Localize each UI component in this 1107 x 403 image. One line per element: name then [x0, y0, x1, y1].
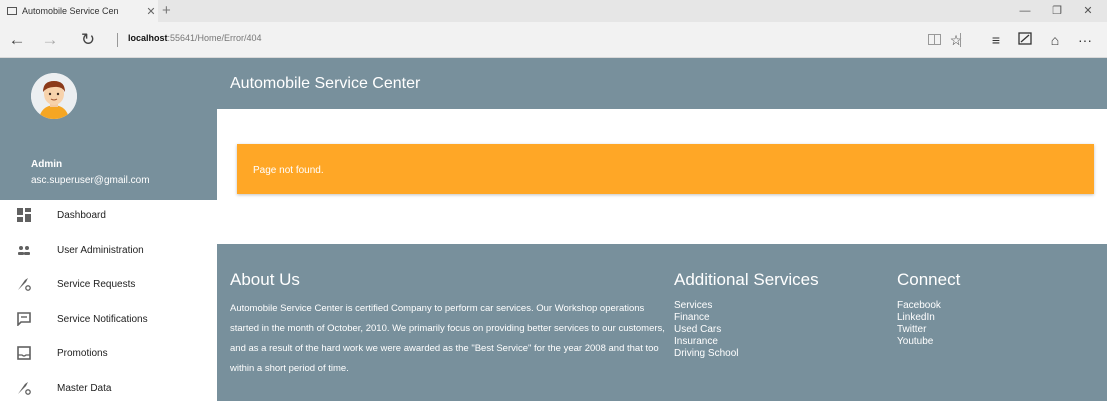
footer-link-used-cars[interactable]: Used Cars	[674, 324, 738, 336]
sidebar-item-label: Master Data	[57, 382, 112, 394]
sidebar-item-label: Service Notifications	[57, 313, 148, 325]
footer-link-youtube[interactable]: Youtube	[897, 336, 941, 348]
forward-icon[interactable]: →	[36, 22, 64, 58]
more-icon[interactable]: ···	[1073, 22, 1097, 58]
wrench-icon	[18, 278, 31, 291]
footer-link-linkedin[interactable]: LinkedIn	[897, 312, 941, 324]
tab-title: Automobile Service Cen	[22, 6, 119, 16]
avatar[interactable]	[31, 73, 77, 119]
inbox-icon	[17, 346, 31, 360]
share-icon[interactable]: ⌂	[1043, 22, 1067, 58]
footer: About Us Automobile Service Center is ce…	[217, 244, 1107, 401]
address-host: localhost	[128, 33, 168, 43]
address-divider	[117, 33, 118, 47]
close-window-icon[interactable]: ✕	[1074, 0, 1102, 22]
web-note-icon[interactable]	[1013, 22, 1037, 58]
favorite-star-icon[interactable]: ☆	[944, 22, 968, 58]
connect-list: Facebook LinkedIn Twitter Youtube	[897, 300, 941, 348]
user-email: asc.superuser@gmail.com	[31, 175, 150, 186]
browser-tab-bar: Automobile Service Cen ✕ + — ❐ ✕	[0, 0, 1107, 22]
sidebar-item-label: Promotions	[57, 347, 108, 359]
tab-page-icon	[7, 7, 17, 15]
sidebar-item-dashboard[interactable]: Dashboard	[0, 200, 217, 230]
footer-link-finance[interactable]: Finance	[674, 312, 738, 324]
wrench-icon	[18, 382, 31, 395]
sidebar-item-user-administration[interactable]: User Administration	[0, 235, 217, 265]
sidebar-item-service-requests[interactable]: Service Requests	[0, 269, 217, 299]
footer-link-twitter[interactable]: Twitter	[897, 324, 941, 336]
app-header: Automobile Service Center	[217, 58, 1107, 109]
refresh-icon[interactable]: ↻	[74, 22, 102, 58]
footer-link-driving-school[interactable]: Driving School	[674, 348, 738, 360]
services-title: Additional Services	[674, 270, 819, 289]
sidebar-item-label: Service Requests	[57, 278, 136, 290]
address-bar[interactable]: localhost:55641/Home/Error/404	[128, 33, 262, 43]
maximize-icon[interactable]: ❐	[1043, 0, 1071, 22]
sidebar-item-promotions[interactable]: Promotions	[0, 338, 217, 368]
sidebar-item-master-data[interactable]: Master Data	[0, 373, 217, 403]
dashboard-icon	[17, 208, 31, 222]
sidebar-item-label: User Administration	[57, 244, 144, 256]
profile-panel: Admin asc.superuser@gmail.com	[0, 58, 217, 200]
footer-link-facebook[interactable]: Facebook	[897, 300, 941, 312]
sidebar: Admin asc.superuser@gmail.com Dashboard …	[0, 58, 217, 401]
minimize-icon[interactable]: —	[1011, 0, 1039, 22]
sidebar-item-label: Dashboard	[57, 209, 106, 221]
footer-link-insurance[interactable]: Insurance	[674, 336, 738, 348]
services-list: Services Finance Used Cars Insurance Dri…	[674, 300, 738, 360]
footer-link-services[interactable]: Services	[674, 300, 738, 312]
message-icon	[17, 312, 31, 326]
reading-view-icon[interactable]	[922, 22, 946, 58]
error-alert: Page not found.	[237, 144, 1094, 194]
sidebar-item-service-notifications[interactable]: Service Notifications	[0, 304, 217, 334]
page-title[interactable]: Automobile Service Center	[230, 75, 420, 93]
browser-nav-bar: ← → ↻ localhost:55641/Home/Error/404 ☆ ≡…	[0, 22, 1107, 58]
tab-close-icon[interactable]: ✕	[144, 5, 158, 18]
address-path: :55641/Home/Error/404	[167, 33, 262, 43]
about-text: Automobile Service Center is certified C…	[230, 303, 665, 374]
new-tab-icon[interactable]: +	[162, 1, 171, 21]
about-title: About Us	[230, 270, 300, 289]
user-name: Admin	[31, 159, 63, 170]
connect-title: Connect	[897, 270, 961, 289]
toolbar-divider	[960, 33, 961, 47]
users-icon	[18, 246, 30, 255]
alert-message: Page not found.	[253, 165, 324, 176]
hub-icon[interactable]: ≡	[984, 22, 1008, 58]
browser-tab[interactable]: Automobile Service Cen ✕	[0, 0, 158, 22]
back-icon[interactable]: ←	[3, 22, 31, 58]
